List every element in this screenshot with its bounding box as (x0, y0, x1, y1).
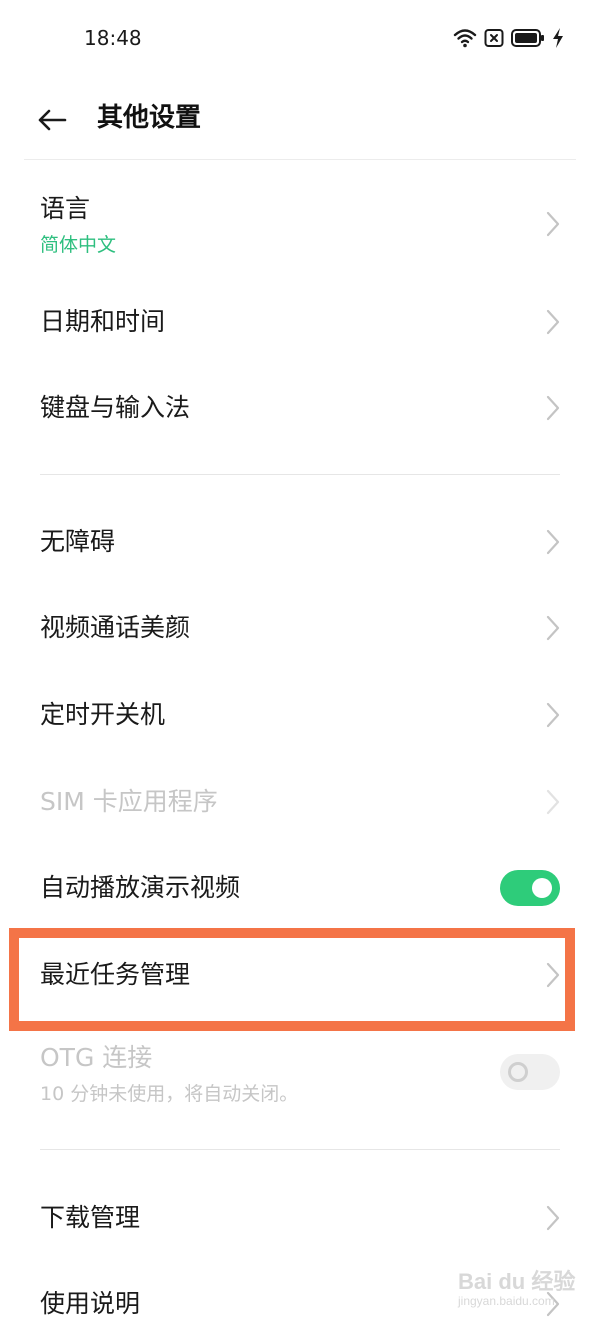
chevron-right-icon (546, 529, 560, 555)
item-title: 无障碍 (40, 527, 116, 556)
chevron-right-icon (546, 1205, 560, 1231)
chevron-right-icon (546, 309, 560, 335)
item-title: 定时开关机 (40, 700, 166, 729)
chevron-right-icon (546, 615, 560, 641)
status-icons (453, 27, 564, 49)
chevron-right-icon (546, 395, 560, 421)
baidu-watermark: Bai du 经验 jingyan.baidu.com (458, 1269, 576, 1309)
item-title: 下载管理 (40, 1203, 141, 1232)
watermark-sub: jingyan.baidu.com (458, 1294, 555, 1308)
item-title: 键盘与输入法 (40, 393, 191, 422)
wifi-icon (453, 29, 477, 48)
item-title: 最近任务管理 (40, 960, 191, 989)
item-title: 自动播放演示视频 (40, 873, 241, 902)
item-title: 日期和时间 (40, 307, 166, 336)
section-divider (40, 1149, 560, 1150)
settings-item-sim-apps: SIM 卡应用程序 (0, 760, 600, 844)
toggle-knob (532, 878, 552, 898)
autoplay-toggle[interactable] (500, 870, 560, 906)
item-subtitle: 简体中文 (40, 234, 117, 256)
item-title: 使用说明 (40, 1289, 141, 1318)
item-subtitle: 10 分钟未使用，将自动关闭。 (40, 1083, 299, 1105)
settings-item-date-time[interactable]: 日期和时间 (0, 280, 600, 364)
back-button[interactable] (30, 98, 74, 142)
page-title: 其他设置 (97, 103, 202, 133)
settings-item-scheduled-power[interactable]: 定时开关机 (0, 673, 600, 757)
settings-item-video-call-beauty[interactable]: 视频通话美颜 (0, 586, 600, 670)
charging-icon (553, 28, 563, 48)
header-divider (24, 159, 576, 160)
toggle-knob (508, 1062, 528, 1082)
watermark-main: Bai du 经验 (458, 1269, 576, 1294)
app-header: 其他设置 (0, 76, 600, 160)
battery-icon (511, 29, 544, 47)
otg-toggle (500, 1054, 560, 1090)
chevron-right-icon (546, 789, 560, 815)
settings-item-recent-tasks[interactable]: 最近任务管理 (0, 933, 600, 1017)
item-title: SIM 卡应用程序 (40, 787, 218, 816)
settings-item-keyboard[interactable]: 键盘与输入法 (0, 366, 600, 450)
chevron-right-icon (546, 962, 560, 988)
section-divider (40, 474, 560, 475)
arrow-left-icon (38, 109, 67, 131)
item-title: OTG 连接 (40, 1043, 153, 1072)
chevron-right-icon (546, 211, 560, 237)
item-title: 视频通话美颜 (40, 613, 191, 642)
sim-off-icon (484, 29, 504, 47)
settings-item-autoplay-demo: 自动播放演示视频 (0, 846, 600, 930)
settings-item-accessibility[interactable]: 无障碍 (0, 500, 600, 584)
settings-item-language[interactable]: 语言 简体中文 (0, 180, 600, 270)
status-time: 18:48 (84, 26, 142, 50)
settings-item-downloads[interactable]: 下载管理 (0, 1176, 600, 1260)
chevron-right-icon (546, 702, 560, 728)
status-bar: 18:48 (0, 0, 600, 76)
settings-item-otg: OTG 连接 10 分钟未使用，将自动关闭。 (0, 1030, 600, 1120)
item-title: 语言 (40, 194, 91, 223)
